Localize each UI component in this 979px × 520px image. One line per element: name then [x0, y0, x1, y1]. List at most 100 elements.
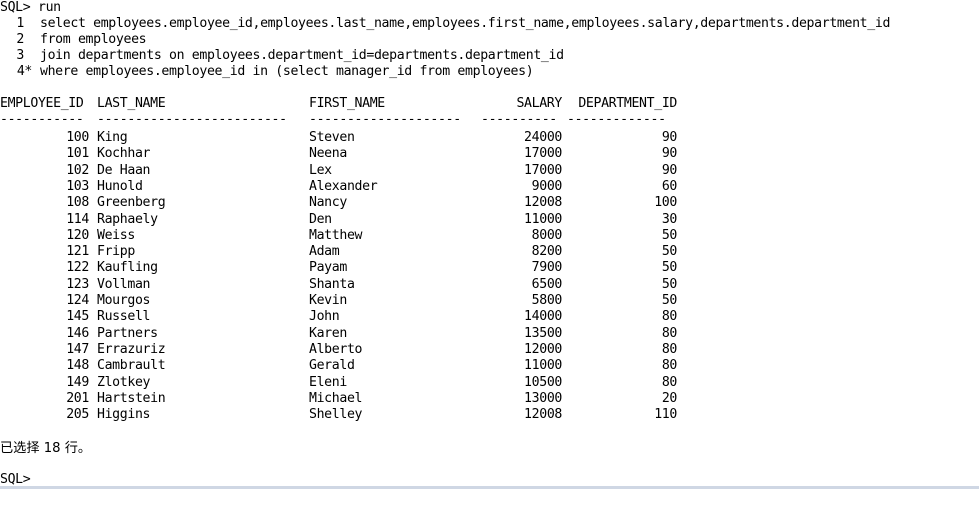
cell-employee-id: 102 [66, 162, 89, 178]
cell-first-name: Neena [309, 146, 347, 162]
cell-last-name: Fripp [97, 244, 135, 260]
line-number: 1 [16, 16, 24, 31]
cell-employee-id: 108 [66, 195, 89, 211]
cell-last-name: Weiss [97, 227, 135, 243]
cell-first-name: Alexander [309, 178, 378, 194]
cell-employee-id: 103 [66, 178, 89, 194]
cell-department-id: 80 [661, 341, 678, 357]
query-text: from employees [40, 32, 147, 47]
line-number: 3 [16, 48, 24, 63]
prompt-label: SQL> [0, 0, 31, 15]
cell-first-name: Steven [309, 130, 355, 145]
cell-department-id: 60 [661, 178, 678, 194]
cell-department-id: 90 [661, 162, 678, 178]
separator: ------------------------- [97, 112, 287, 127]
cell-department-id: 80 [661, 325, 678, 341]
cell-employee-id: 121 [66, 244, 89, 260]
cell-first-name: Michael [309, 390, 363, 406]
cell-salary: 14000 [524, 309, 562, 325]
cell-salary: 7900 [531, 260, 563, 276]
cell-last-name: Vollman [97, 276, 151, 292]
cell-department-id: 20 [661, 390, 678, 406]
cell-employee-id: 122 [66, 260, 89, 276]
sqlplus-console[interactable]: SQL> run 1 select employees.employee_id,… [0, 0, 979, 489]
cell-salary: 12008 [524, 407, 562, 423]
cell-last-name: Mourgos [97, 293, 151, 308]
column-header-last-name: LAST_NAME [97, 96, 166, 111]
cell-salary: 17000 [524, 162, 562, 178]
cell-first-name: John [309, 309, 340, 325]
cell-last-name: Higgins [97, 407, 151, 423]
query-line: 4* where employees.employee_id in (selec… [0, 64, 534, 80]
column-header-first-name: FIRST_NAME [309, 96, 385, 111]
cell-first-name: Shanta [309, 276, 355, 292]
cell-department-id: 100 [654, 195, 677, 211]
cell-salary: 11000 [524, 211, 562, 227]
query-text: where employees.employee_id in (select m… [40, 64, 534, 79]
cell-employee-id: 146 [66, 325, 89, 341]
cell-employee-id: 149 [66, 374, 89, 390]
cell-last-name: King [97, 130, 128, 145]
line-number: 4* [16, 64, 33, 79]
cell-first-name: Payam [309, 260, 347, 276]
separator: -------------------- [309, 112, 461, 127]
column-header-salary: SALARY [516, 96, 562, 111]
cell-employee-id: 147 [66, 341, 89, 357]
query-text: select employees.employee_id,employees.l… [40, 16, 891, 31]
cell-last-name: Cambrault [97, 358, 166, 374]
column-header-employee-id: EMPLOYEE_ID [0, 96, 84, 111]
cell-department-id: 50 [661, 227, 678, 243]
cell-salary: 13500 [524, 325, 562, 341]
cell-last-name: Raphaely [97, 211, 158, 227]
separator: ---------- [481, 112, 557, 127]
cell-last-name: Partners [97, 325, 158, 341]
cell-first-name: Gerald [309, 358, 355, 374]
query-line: 2 from employees [0, 32, 146, 48]
cell-employee-id: 123 [66, 276, 89, 292]
cell-last-name: Zlotkey [97, 374, 151, 390]
cell-first-name: Shelley [309, 407, 363, 423]
query-line: 3 join departments on employees.departme… [0, 48, 564, 64]
cell-department-id: 50 [661, 293, 678, 308]
cell-salary: 6500 [531, 276, 563, 292]
cell-salary: 8200 [531, 244, 563, 260]
query-line: 1 select employees.employee_id,employees… [0, 16, 890, 32]
cell-employee-id: 101 [66, 146, 89, 162]
line-number: 2 [16, 32, 24, 47]
cell-employee-id: 120 [66, 227, 89, 243]
cell-salary: 11000 [524, 358, 562, 374]
cell-salary: 13000 [524, 390, 562, 406]
cell-first-name: Den [309, 211, 332, 227]
cell-department-id: 50 [661, 276, 678, 292]
cell-last-name: Kochhar [97, 146, 151, 162]
table-header: EMPLOYEE_ID LAST_NAME FIRST_NAME SALARY … [0, 96, 677, 112]
cell-first-name: Adam [309, 244, 340, 260]
cell-first-name: Matthew [309, 227, 363, 243]
cell-first-name: Alberto [309, 341, 363, 357]
query-text: join departments on employees.department… [40, 48, 564, 63]
cell-salary: 12000 [524, 341, 562, 357]
cell-salary: 12008 [524, 195, 562, 211]
cell-last-name: Errazuriz [97, 341, 166, 357]
cell-first-name: Kevin [309, 293, 347, 308]
cell-department-id: 30 [661, 211, 678, 227]
cell-salary: 10500 [524, 374, 562, 390]
cell-department-id: 90 [661, 146, 678, 162]
cell-employee-id: 205 [66, 407, 89, 423]
cell-salary: 5800 [531, 293, 563, 308]
cell-last-name: Russell [97, 309, 151, 325]
cell-salary: 9000 [531, 178, 563, 194]
cell-department-id: 80 [661, 309, 678, 325]
cell-salary: 17000 [524, 146, 562, 162]
result-message: 已选择 18 行。 [0, 441, 92, 456]
column-header-department-id: DEPARTMENT_ID [578, 96, 677, 111]
cell-department-id: 80 [661, 358, 678, 374]
cell-last-name: Hunold [97, 178, 143, 194]
cell-department-id: 80 [661, 374, 678, 390]
cell-first-name: Nancy [309, 195, 347, 211]
cell-first-name: Karen [309, 325, 347, 341]
cell-employee-id: 114 [66, 211, 89, 227]
cell-employee-id: 201 [66, 390, 89, 406]
cell-first-name: Lex [309, 162, 332, 178]
command-text: run [38, 0, 61, 15]
